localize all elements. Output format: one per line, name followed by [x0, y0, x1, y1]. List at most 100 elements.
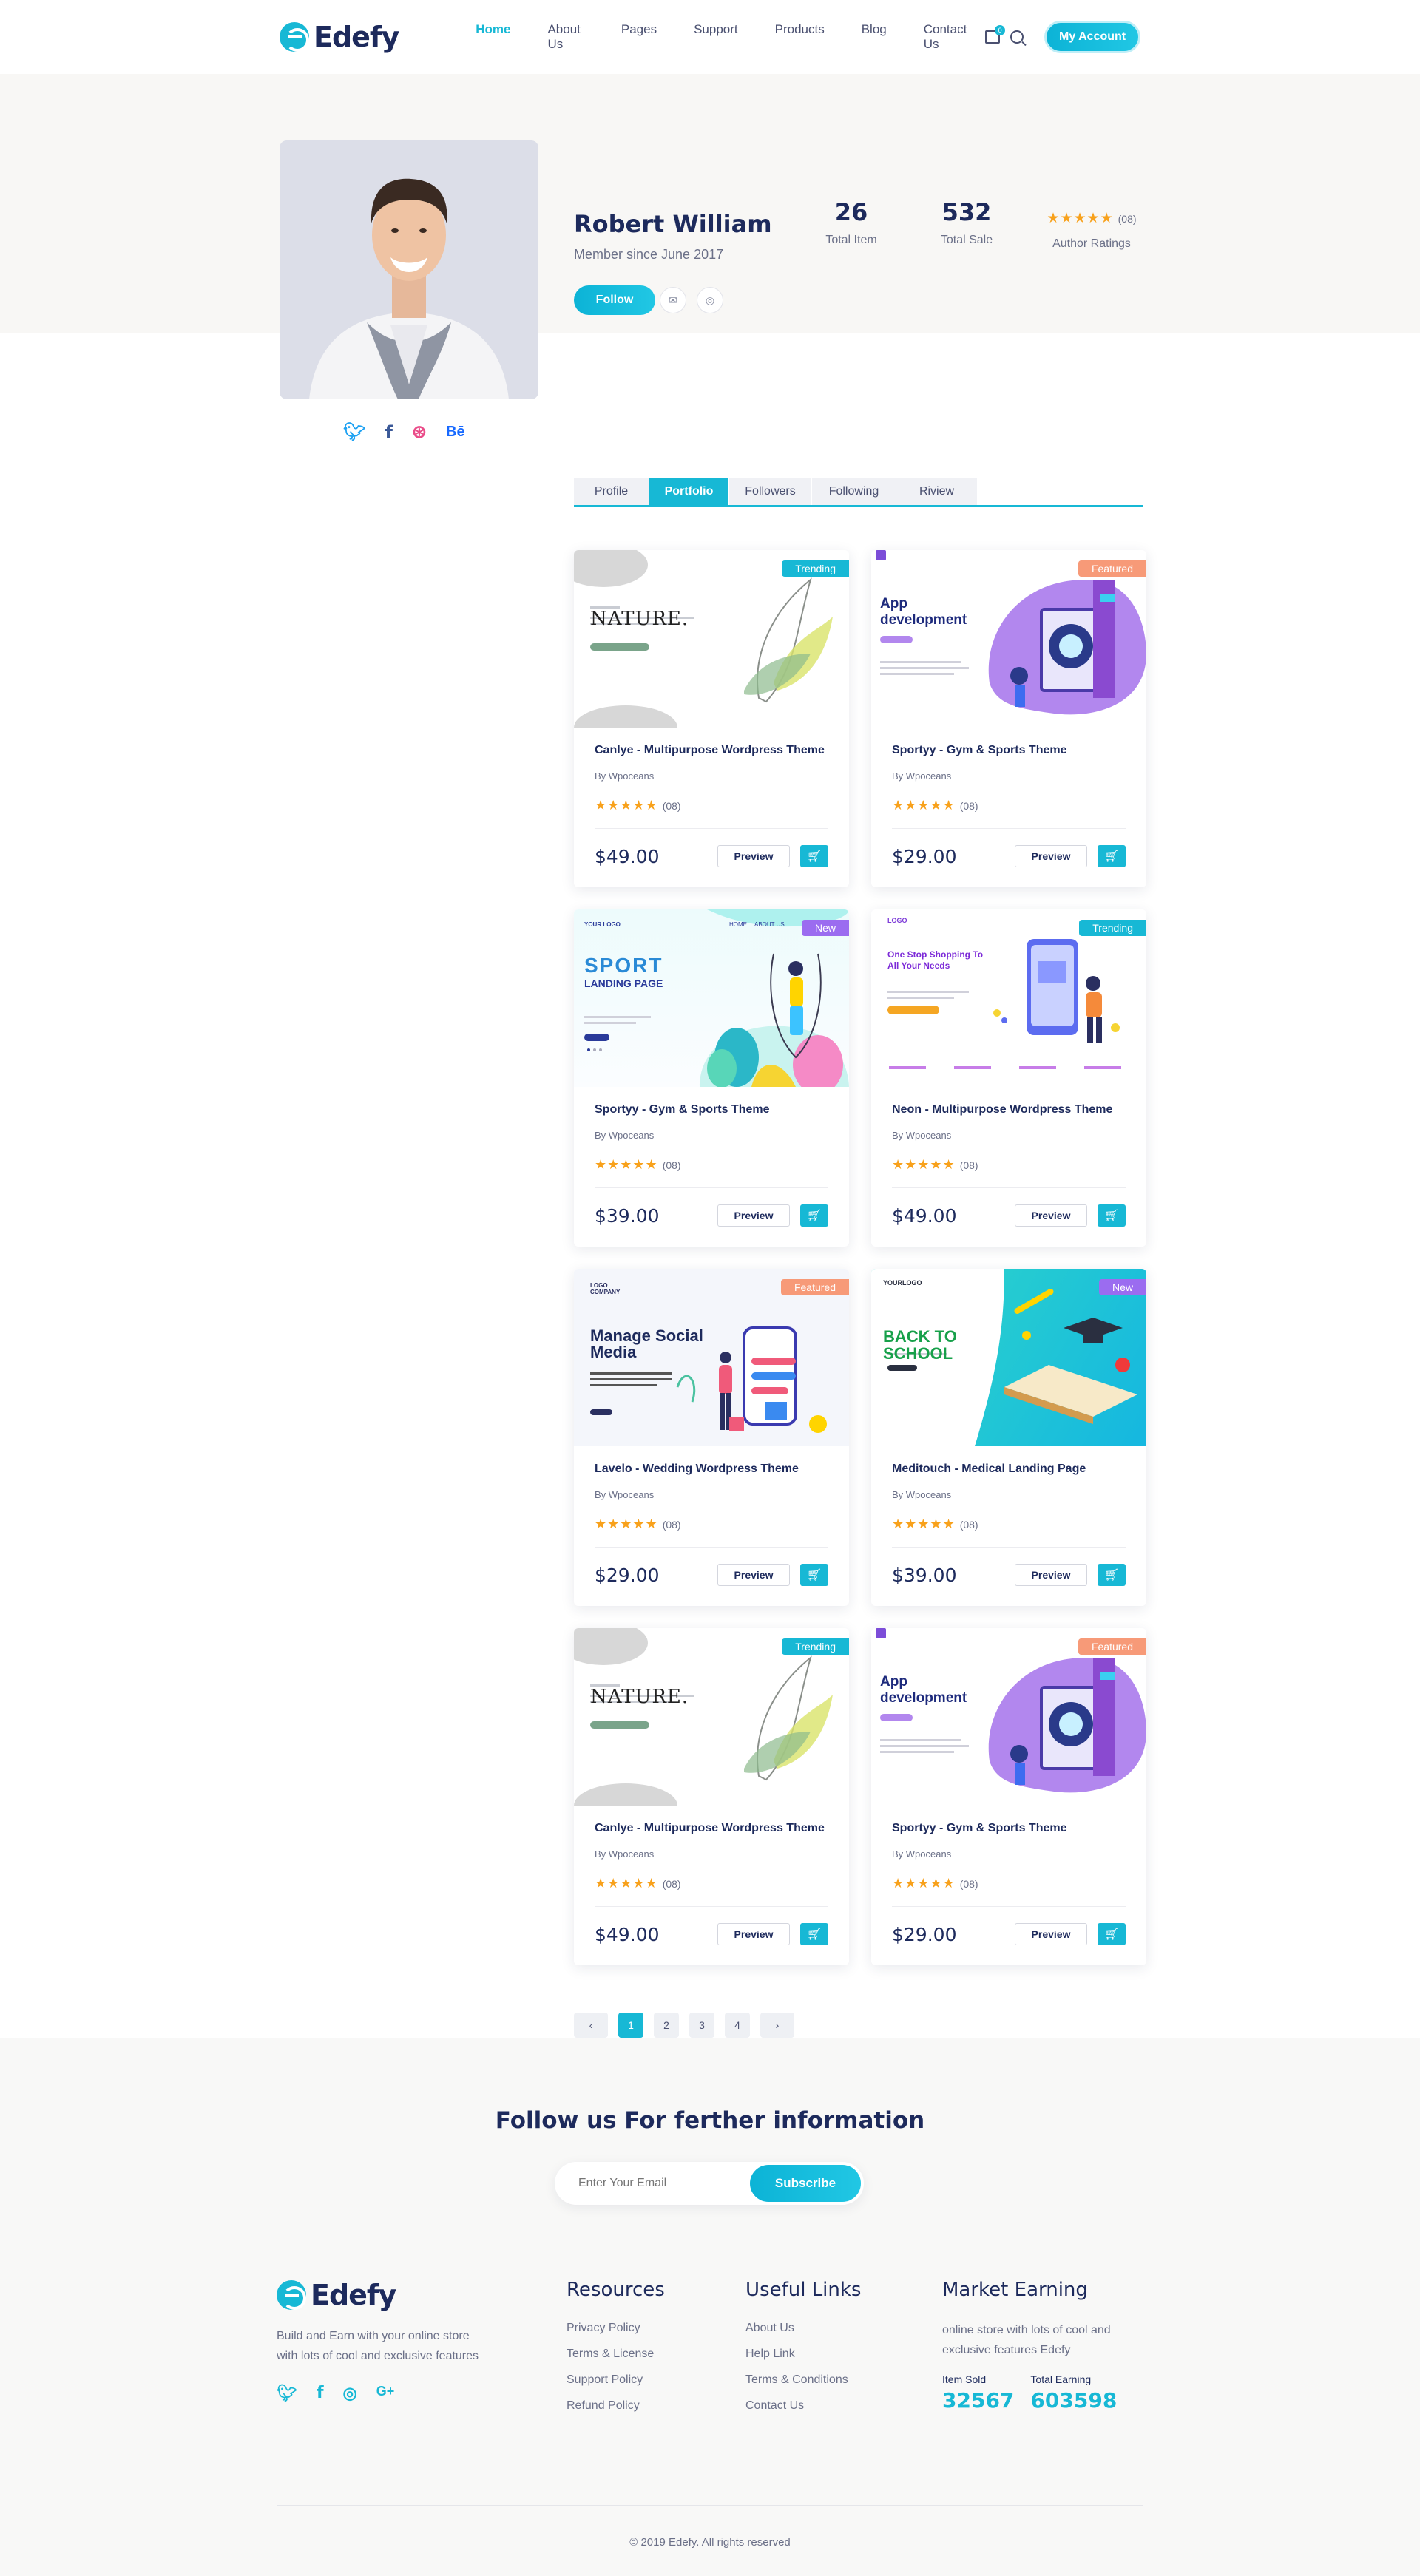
- product-title[interactable]: Neon - Multipurpose Wordpress Theme: [892, 1103, 1126, 1116]
- product-card[interactable]: YOUR LOGO HOME ABOUT US SPORT LANDING PAGE Ne…: [574, 909, 849, 1247]
- page-1[interactable]: 1: [618, 2013, 643, 2038]
- google-plus-icon[interactable]: G+: [376, 2384, 395, 2403]
- add-to-cart-button[interactable]: 🛒︎: [800, 1923, 828, 1945]
- product-rating: ★★★★★ (08): [892, 1144, 1126, 1173]
- sport-heading: SPORT: [584, 954, 663, 977]
- add-to-cart-button[interactable]: 🛒︎: [1098, 1564, 1126, 1586]
- product-card[interactable]: NATURE. Trending Canlye - Multipurpose Wor…: [574, 550, 849, 887]
- school-heading: BACK TO SCHOOL: [883, 1327, 957, 1363]
- page-4[interactable]: 4: [725, 2013, 750, 2038]
- preview-button[interactable]: Preview: [1015, 1204, 1087, 1227]
- rating-count: (08): [1118, 212, 1137, 225]
- preview-button[interactable]: Preview: [1015, 1564, 1087, 1586]
- next-page-button[interactable]: ›: [760, 2013, 794, 2038]
- link-support-policy[interactable]: Support Policy: [567, 2373, 665, 2387]
- product-title[interactable]: Meditouch - Medical Landing Page: [892, 1462, 1126, 1476]
- link-privacy-policy[interactable]: Privacy Policy: [567, 2322, 665, 2335]
- product-rating: ★★★★★ (08): [595, 1862, 828, 1891]
- preview-button[interactable]: Preview: [1015, 1923, 1087, 1945]
- nav-blog[interactable]: Blog: [862, 22, 887, 52]
- product-card[interactable]: LOGO COMPANY Manage Social Media Featured L…: [574, 1269, 849, 1606]
- product-author: By Wpoceans: [595, 1130, 655, 1141]
- author-name: Robert William: [574, 210, 772, 238]
- pagination: ‹ 1 2 3 4 ›: [574, 2013, 794, 2038]
- cart-icon[interactable]: 0: [985, 25, 1006, 44]
- tab-review[interactable]: Riview: [896, 478, 978, 505]
- link-help[interactable]: Help Link: [746, 2348, 861, 2361]
- link-contact-us[interactable]: Contact Us: [746, 2399, 861, 2413]
- preview-button[interactable]: Preview: [717, 1204, 790, 1227]
- preview-button[interactable]: Preview: [717, 1564, 790, 1586]
- nav-about-us[interactable]: About Us: [547, 22, 584, 52]
- product-title[interactable]: Sportyy - Gym & Sports Theme: [892, 744, 1126, 757]
- product-title[interactable]: Canlye - Multipurpose Wordpress Theme: [595, 1822, 828, 1835]
- stat-total-sale: 532 Total Sale: [933, 198, 1000, 247]
- product-card[interactable]: LOGO One Stop Shopping To All Your Needs T…: [871, 909, 1146, 1247]
- preview-button[interactable]: Preview: [717, 845, 790, 867]
- prev-page-button[interactable]: ‹: [574, 2013, 608, 2038]
- preview-button[interactable]: Preview: [717, 1923, 790, 1945]
- product-card[interactable]: NATURE. Trending Canlye - Multipurpose Wor…: [574, 1628, 849, 1965]
- product-thumbnail[interactable]: App development: [871, 550, 1146, 728]
- follow-button[interactable]: Follow: [574, 285, 655, 315]
- product-title[interactable]: Sportyy - Gym & Sports Theme: [892, 1822, 1126, 1835]
- website-button[interactable]: ◎: [697, 287, 723, 313]
- product-author: By Wpoceans: [595, 770, 655, 782]
- subscribe-button[interactable]: Subscribe: [750, 2165, 861, 2202]
- nav-pages[interactable]: Pages: [621, 22, 657, 52]
- product-thumbnail[interactable]: NATURE.: [574, 1628, 849, 1806]
- product-title[interactable]: Lavelo - Wedding Wordpress Theme: [595, 1462, 828, 1476]
- product-thumbnail[interactable]: App development: [871, 1628, 1146, 1806]
- page-3[interactable]: 3: [689, 2013, 714, 2038]
- nav-support[interactable]: Support: [694, 22, 738, 52]
- nav-contact-us[interactable]: Contact Us: [924, 22, 967, 52]
- tab-profile[interactable]: Profile: [574, 478, 649, 505]
- link-refund-policy[interactable]: Refund Policy: [567, 2399, 665, 2413]
- email-input[interactable]: [555, 2177, 750, 2190]
- logo-icon: [277, 2280, 306, 2310]
- footer-logo[interactable]: Edefy: [277, 2279, 484, 2311]
- link-about-us[interactable]: About Us: [746, 2322, 861, 2335]
- card-divider: [892, 1547, 1126, 1548]
- tab-followers[interactable]: Followers: [729, 478, 812, 505]
- product-thumbnail[interactable]: YOURLOGO BACK TO SCHOOL: [871, 1269, 1146, 1446]
- search-icon[interactable]: [1010, 30, 1024, 44]
- behance-icon[interactable]: Bē: [446, 424, 465, 441]
- star-rating-icon: ★★★★★: [892, 1876, 956, 1891]
- tab-portfolio[interactable]: Portfolio: [649, 478, 729, 505]
- add-to-cart-button[interactable]: 🛒︎: [800, 845, 828, 867]
- header-icons: 0: [985, 25, 1024, 44]
- link-terms-conditions[interactable]: Terms & Conditions: [746, 2373, 861, 2387]
- tab-following[interactable]: Following: [812, 478, 896, 505]
- product-card[interactable]: App development Featured Sportyy - Gym & S…: [871, 1628, 1146, 1965]
- product-card[interactable]: App development Featured Sportyy - Gym & S…: [871, 550, 1146, 887]
- site-logo[interactable]: Edefy: [280, 21, 399, 53]
- link-terms-license[interactable]: Terms & License: [567, 2348, 665, 2361]
- product-thumbnail[interactable]: NATURE.: [574, 550, 849, 728]
- dribbble-icon[interactable]: ⊛: [412, 421, 427, 443]
- page-2[interactable]: 2: [654, 2013, 679, 2038]
- add-to-cart-button[interactable]: 🛒︎: [1098, 1923, 1126, 1945]
- preview-button[interactable]: Preview: [1015, 845, 1087, 867]
- add-to-cart-button[interactable]: 🛒︎: [800, 1564, 828, 1586]
- twitter-icon[interactable]: 🐦︎: [343, 421, 365, 443]
- nav-home[interactable]: Home: [476, 22, 510, 52]
- product-thumbnail[interactable]: YOUR LOGO HOME ABOUT US SPORT LANDING PAGE: [574, 909, 849, 1087]
- add-to-cart-button[interactable]: 🛒︎: [1098, 845, 1126, 867]
- product-thumbnail[interactable]: LOGO COMPANY Manage Social Media: [574, 1269, 849, 1446]
- site-footer: Follow us For ferther information Subscr…: [0, 2038, 1420, 2576]
- add-to-cart-button[interactable]: 🛒︎: [1098, 1204, 1126, 1227]
- nav-products[interactable]: Products: [775, 22, 825, 52]
- product-title[interactable]: Sportyy - Gym & Sports Theme: [595, 1103, 828, 1116]
- mail-button[interactable]: ✉: [660, 287, 686, 313]
- facebook-icon[interactable]: f: [317, 2384, 324, 2403]
- my-account-button[interactable]: My Account: [1044, 21, 1140, 53]
- product-title[interactable]: Canlye - Multipurpose Wordpress Theme: [595, 744, 828, 757]
- add-to-cart-button[interactable]: 🛒︎: [800, 1204, 828, 1227]
- neon-logo-text: LOGO: [888, 917, 907, 924]
- twitter-icon[interactable]: 🐦︎: [277, 2384, 297, 2403]
- facebook-icon[interactable]: f: [385, 422, 392, 443]
- product-card[interactable]: YOURLOGO BACK TO SCHOOL New Meditouch - Med…: [871, 1269, 1146, 1606]
- instagram-icon[interactable]: ◎: [343, 2384, 357, 2403]
- product-thumbnail[interactable]: LOGO One Stop Shopping To All Your Needs: [871, 909, 1146, 1087]
